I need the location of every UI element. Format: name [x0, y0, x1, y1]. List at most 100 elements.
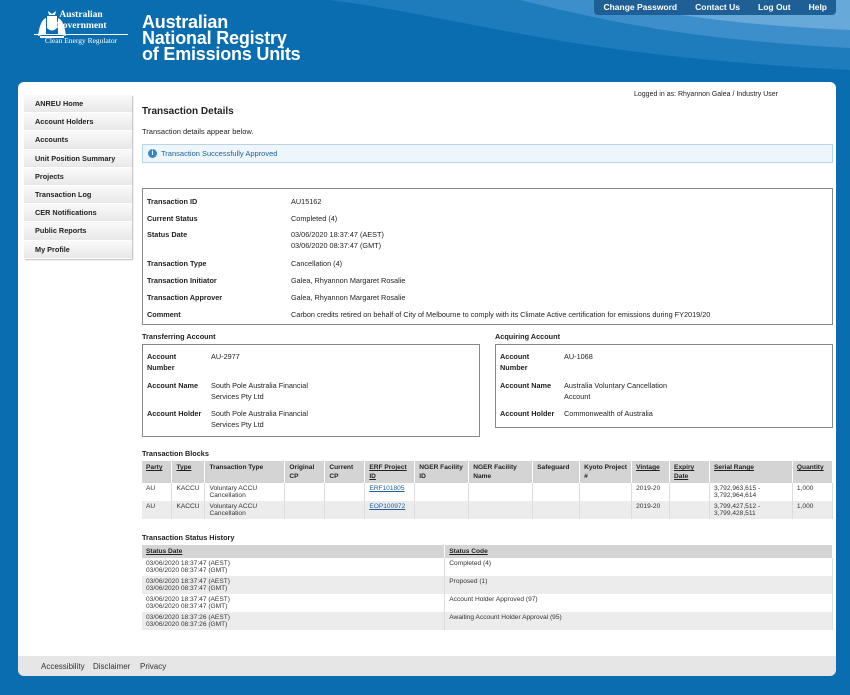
transaction-blocks-heading: Transaction Blocks: [142, 449, 209, 458]
cell-text: 3,792,964,614: [714, 492, 757, 499]
sidebar-nav: ANREU Home Account Holders Accounts Unit…: [24, 95, 132, 259]
cell-status-date: 03/06/2020 18:37:26 (AEST) 03/06/2020 08:…: [142, 612, 446, 630]
cell-text: Cancellation: [209, 492, 246, 499]
status-history-table: Status Date Status Code 03/06/2020 18:37…: [142, 545, 833, 630]
table-header-row: Party Type Transaction Type Original CP …: [142, 461, 834, 483]
success-alert: i Transaction Successfully Approved: [142, 144, 833, 163]
col-erf-project-id[interactable]: ERF Project ID: [364, 461, 416, 483]
info-icon: i: [148, 149, 157, 158]
col-serial-range[interactable]: Serial Range: [709, 461, 793, 483]
cell-text: Voluntary ACCU: [209, 485, 258, 492]
cell-type: KACCU: [171, 501, 206, 519]
current-status-value: Completed (4): [291, 214, 338, 223]
sidebar-item-cer-notifications[interactable]: CER Notifications: [24, 204, 132, 223]
col-current-cp: Current CP: [324, 461, 366, 483]
transaction-initiator-value: Galea, Rhyannon Margaret Rosalie: [291, 276, 406, 285]
cell-serial-range: 3,799,427,512 -3,799,428,511: [709, 501, 793, 519]
sidebar-item-unit-position-summary[interactable]: Unit Position Summary: [24, 149, 132, 168]
account-number-label-line2: Number: [500, 363, 528, 372]
cell-nger-facility-name: [468, 483, 534, 501]
cell-nger-facility-id: [414, 501, 470, 519]
government-logo[interactable]: Australian Government Clean Energy Regul…: [34, 10, 128, 46]
sidebar-item-anreu-home[interactable]: ANREU Home: [24, 95, 132, 114]
account-number-label-line2: Number: [147, 363, 175, 372]
coat-of-arms-icon: [38, 11, 66, 38]
sidebar-item-transaction-log[interactable]: Transaction Log: [24, 185, 132, 205]
acquiring-account-name: Australia Voluntary Cancellation: [564, 381, 668, 390]
cell-kyoto-project: [579, 501, 633, 519]
account-name-label: Account Name: [147, 381, 199, 390]
acquiring-account-holder: Commonwealth of Australia: [564, 409, 653, 418]
current-status-label: Current Status: [147, 214, 198, 223]
table-row: 03/06/2020 18:37:26 (AEST) 03/06/2020 08:…: [142, 612, 833, 630]
transferring-account-name-line2: Services Pty Ltd: [211, 392, 264, 401]
table-header-row: Status Date Status Code: [142, 545, 833, 558]
status-date-label: Status Date: [147, 230, 188, 239]
col-quantity-label: Quantity: [796, 464, 824, 471]
col-type[interactable]: Type: [171, 461, 206, 483]
sidebar-item-account-holders[interactable]: Account Holders: [24, 113, 132, 132]
cell-quantity: 1,000: [792, 483, 834, 501]
transaction-id-label: Transaction ID: [147, 197, 198, 206]
privacy-link[interactable]: Privacy: [140, 662, 166, 671]
sidebar-item-projects[interactable]: Projects: [24, 167, 132, 186]
cell-party: AU: [142, 483, 173, 501]
cell-vintage: 2019-20: [631, 501, 671, 519]
col-status-code[interactable]: Status Code: [444, 545, 833, 558]
acquiring-account-box: Account Number AU-1068 Account Name Aust…: [495, 344, 833, 428]
cell-text: 3,792,963,615 -: [714, 485, 761, 492]
accessibility-link[interactable]: Accessibility: [41, 662, 85, 671]
account-holder-label: Account Holder: [147, 409, 202, 418]
col-expiry-date[interactable]: Expiry Date: [669, 461, 711, 483]
site-title: Australian National Registry of Emission…: [142, 13, 301, 63]
account-number-label: Account: [147, 352, 177, 361]
cell-expiry-date: [669, 501, 711, 519]
cell-text: 3,799,428,511: [714, 510, 756, 517]
cell-current-cp: [324, 483, 366, 501]
transaction-type-value: Cancellation (4): [291, 259, 343, 268]
cell-nger-facility-id: [414, 483, 470, 501]
col-safeguard: Safeguard: [532, 461, 581, 483]
cell-vintage: 2019-20: [631, 483, 671, 501]
status-date-aest: 03/06/2020 18:37:47 (AEST): [291, 230, 384, 239]
change-password-link[interactable]: Change Password: [594, 0, 686, 15]
cell-original-cp: [284, 501, 326, 519]
cell-serial-range: 3,792,963,615 -3,792,964,614: [709, 483, 793, 501]
disclaimer-link[interactable]: Disclaimer: [93, 662, 130, 671]
transferring-account-holder-line2: Services Pty Ltd: [211, 420, 264, 429]
account-number-label: Account: [500, 352, 530, 361]
erf-project-link[interactable]: EOP100972: [369, 503, 405, 510]
cell-expiry-date: [669, 483, 711, 501]
cell-kyoto-project: [579, 483, 633, 501]
cell-text: 03/06/2020 08:37:47 (GMT): [146, 603, 228, 610]
cell-erf-project-id: EOP100972: [364, 501, 416, 519]
erf-project-link[interactable]: ERF101805: [369, 485, 404, 492]
cell-status-code: Proposed (1): [444, 576, 833, 594]
cell-text: 3,799,427,512 -: [714, 503, 761, 510]
col-vintage[interactable]: Vintage: [631, 461, 671, 483]
sidebar-item-my-profile[interactable]: My Profile: [24, 240, 132, 259]
cell-text: Cancellation: [209, 510, 246, 517]
table-row: 03/06/2020 18:37:47 (AEST) 03/06/2020 08:…: [142, 576, 833, 594]
sidebar-item-accounts[interactable]: Accounts: [24, 131, 132, 150]
col-kyoto-project: Kyoto Project #: [579, 461, 633, 483]
cell-current-cp: [324, 501, 366, 519]
col-quantity[interactable]: Quantity: [792, 461, 834, 483]
cell-status-date: 03/06/2020 18:37:47 (AEST) 03/06/2020 08:…: [142, 576, 446, 594]
top-navigation: Change Password Contact Us Log Out Help: [594, 0, 836, 15]
sidebar-item-public-reports[interactable]: Public Reports: [24, 222, 132, 241]
comment-label: Comment: [147, 310, 181, 319]
help-link[interactable]: Help: [800, 0, 836, 15]
col-status-date[interactable]: Status Date: [142, 545, 446, 558]
cell-text: 03/06/2020 08:37:47 (GMT): [146, 585, 228, 592]
acquiring-account-number: AU-1068: [564, 352, 593, 361]
cell-text: 03/06/2020 18:37:47 (AEST): [146, 578, 230, 585]
log-out-link[interactable]: Log Out: [749, 0, 800, 15]
page-intro: Transaction details appear below.: [142, 127, 254, 136]
acquiring-account-heading: Acquiring Account: [495, 332, 560, 341]
contact-us-link[interactable]: Contact Us: [686, 0, 749, 15]
col-party[interactable]: Party: [142, 461, 173, 483]
cell-status-date: 03/06/2020 18:37:47 (AEST) 03/06/2020 08:…: [142, 558, 446, 576]
table-row: 03/06/2020 18:37:47 (AEST) 03/06/2020 08:…: [142, 558, 833, 576]
transferring-account-holder: South Pole Australia Financial: [211, 409, 308, 418]
